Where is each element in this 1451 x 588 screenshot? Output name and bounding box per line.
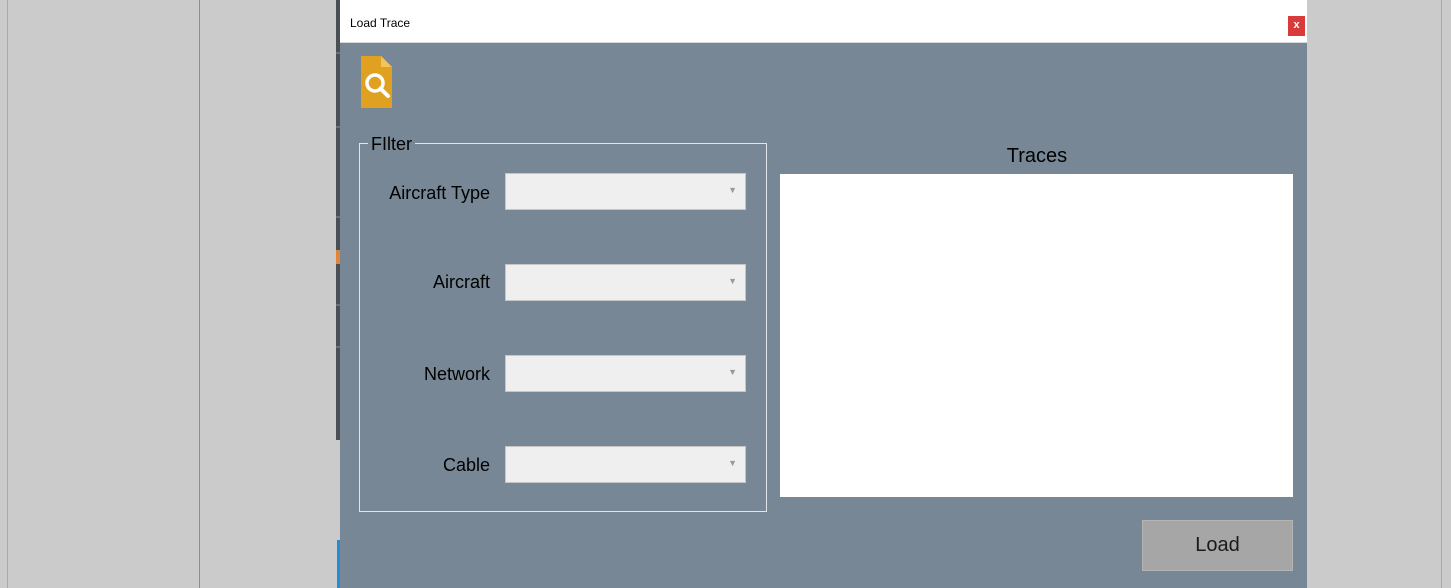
chevron-down-icon: ▼ bbox=[728, 458, 737, 468]
load-button[interactable]: Load bbox=[1142, 520, 1293, 571]
chevron-down-icon: ▼ bbox=[728, 185, 737, 195]
chevron-down-icon: ▼ bbox=[728, 276, 737, 286]
background-divider bbox=[7, 0, 8, 588]
load-trace-dialog: Load Trace x FIlter Aircraft Type ▼ Airc… bbox=[340, 0, 1307, 588]
chevron-down-icon: ▼ bbox=[728, 367, 737, 377]
aircraft-type-label: Aircraft Type bbox=[389, 183, 490, 203]
traces-heading: Traces bbox=[1006, 145, 1068, 167]
title-bar[interactable]: Load Trace x bbox=[340, 0, 1307, 43]
window-title: Load Trace bbox=[350, 16, 411, 30]
background-app-panel-right bbox=[1307, 0, 1451, 588]
document-search-icon bbox=[360, 53, 410, 109]
network-dropdown[interactable]: ▼ bbox=[505, 355, 746, 392]
traces-list[interactable] bbox=[780, 174, 1293, 497]
cable-dropdown[interactable]: ▼ bbox=[505, 446, 746, 483]
cable-label: Cable bbox=[442, 455, 490, 475]
aircraft-label: Aircraft bbox=[432, 272, 490, 292]
close-button[interactable]: x bbox=[1288, 16, 1305, 36]
network-label: Network bbox=[423, 364, 490, 384]
background-app-panel bbox=[0, 0, 340, 588]
aircraft-dropdown[interactable]: ▼ bbox=[505, 264, 746, 301]
filter-legend: FIlter bbox=[368, 133, 416, 155]
background-column-divider bbox=[199, 0, 200, 588]
background-divider-right bbox=[1441, 0, 1442, 588]
aircraft-type-dropdown[interactable]: ▼ bbox=[505, 173, 746, 210]
